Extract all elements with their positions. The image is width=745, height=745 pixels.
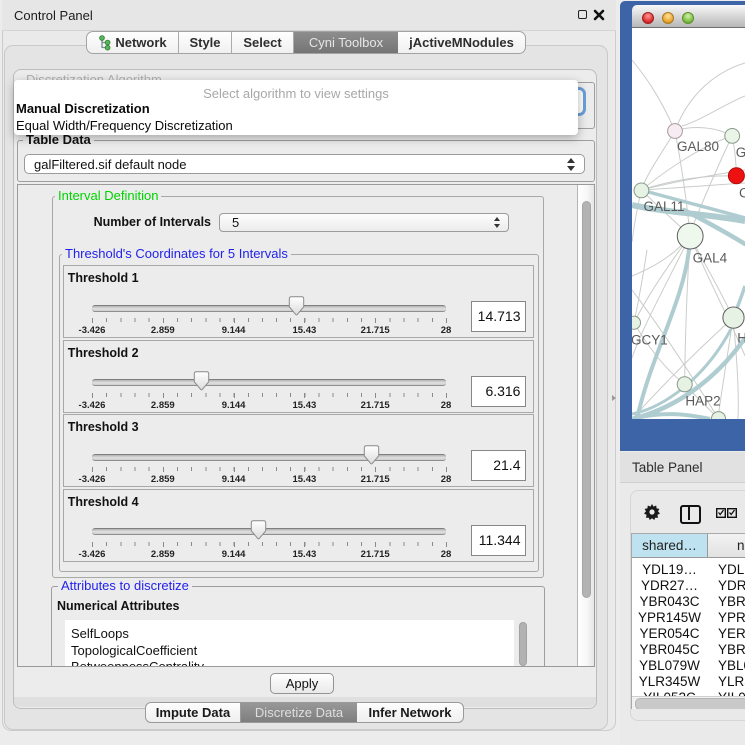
svg-text:C: C: [739, 185, 745, 200]
svg-text:GAL11: GAL11: [644, 199, 685, 214]
svg-text:GA: GA: [736, 145, 745, 160]
svg-text:GCY1: GCY1: [632, 332, 668, 347]
svg-text:GAL4: GAL4: [693, 251, 728, 266]
svg-text:HAP2: HAP2: [685, 394, 720, 409]
svg-text:H: H: [737, 331, 745, 346]
svg-text:GAL80: GAL80: [677, 139, 719, 154]
